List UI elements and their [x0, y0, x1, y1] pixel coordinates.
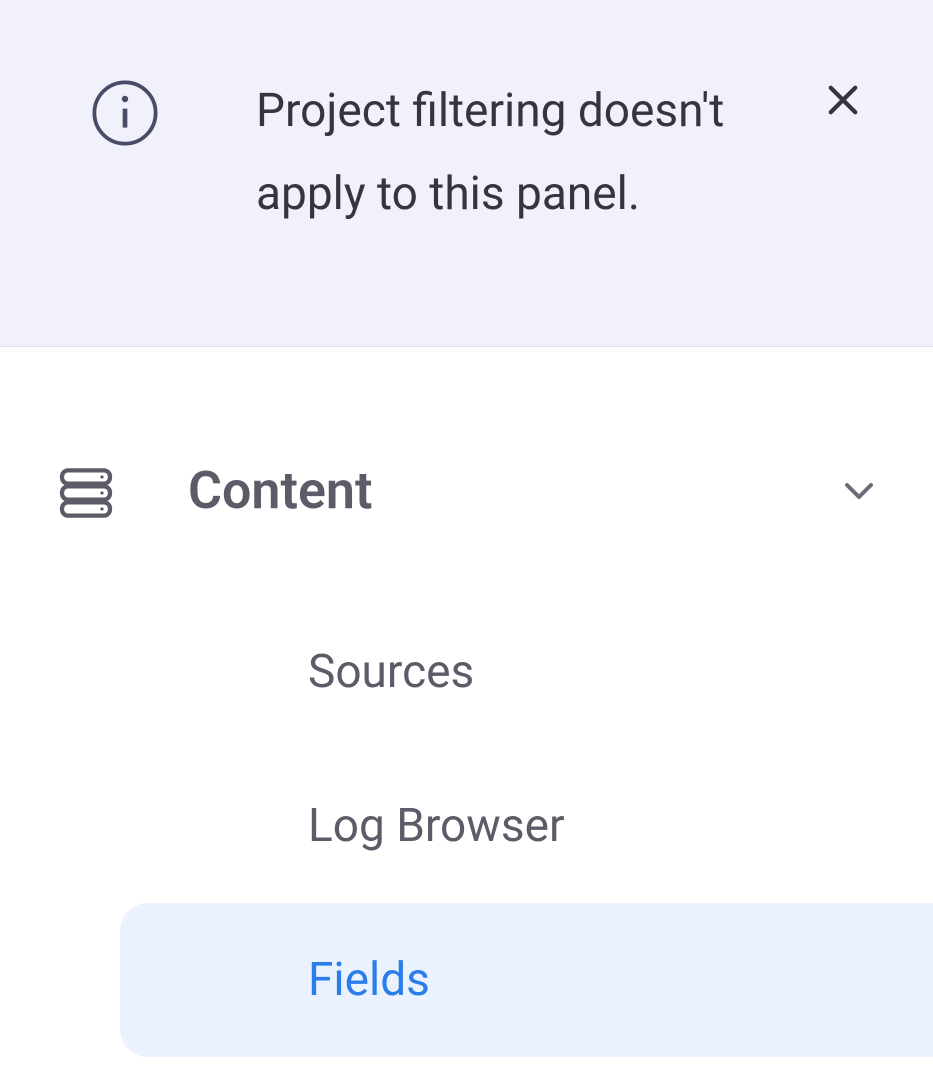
- section-header-content[interactable]: Content: [0, 457, 933, 525]
- sidebar-item-fields[interactable]: Fields: [120, 903, 933, 1057]
- sidebar-item-sources[interactable]: Sources: [120, 595, 933, 749]
- close-icon: [822, 79, 864, 121]
- sidebar-item-log-browser[interactable]: Log Browser: [120, 749, 933, 903]
- info-banner-message: Project filtering doesn't apply to this …: [256, 70, 893, 236]
- database-icon: [54, 461, 118, 525]
- info-banner: Project filtering doesn't apply to this …: [0, 0, 933, 347]
- info-icon: [90, 78, 160, 148]
- section-title: Content: [188, 460, 835, 521]
- close-banner-button[interactable]: [813, 70, 873, 130]
- nav-list: Sources Log Browser Fields: [0, 595, 933, 1057]
- sidebar-section-content: Content Sources Log Browser Fields: [0, 347, 933, 1057]
- chevron-down-icon: [835, 467, 883, 515]
